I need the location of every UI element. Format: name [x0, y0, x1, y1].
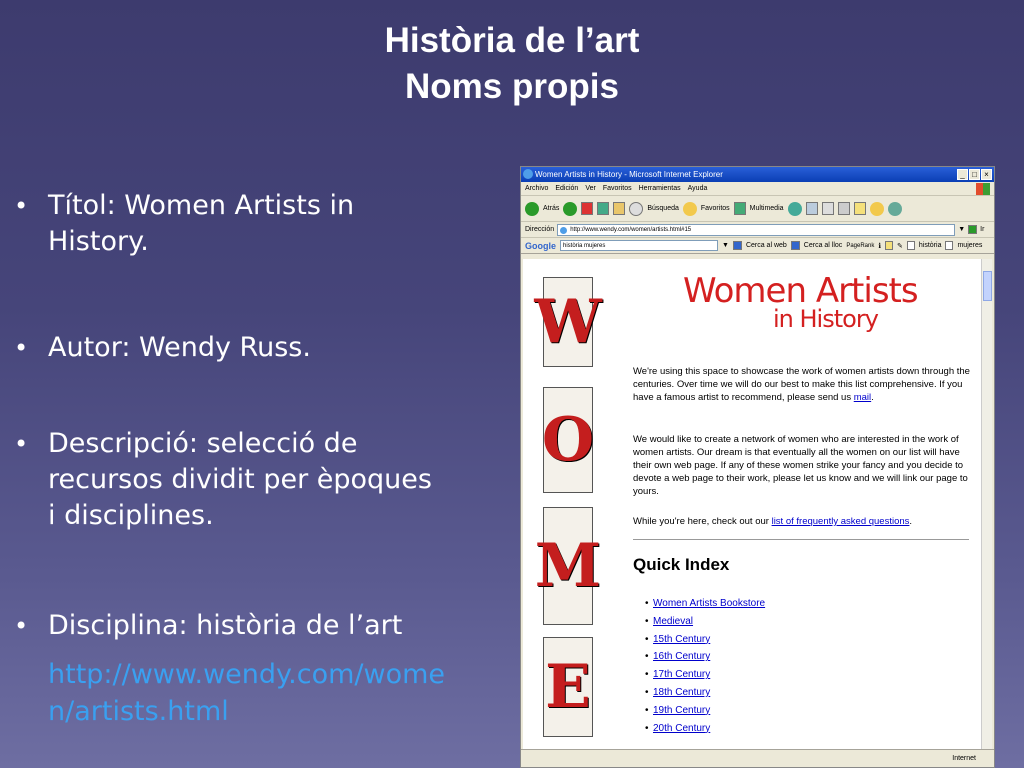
- minimize-icon[interactable]: _: [957, 169, 968, 180]
- quick-index-link[interactable]: 16th Century: [645, 648, 765, 666]
- site-search-icon[interactable]: [790, 241, 800, 250]
- back-arrow-icon[interactable]: [525, 201, 539, 216]
- quick-index-link[interactable]: 15th Century: [645, 631, 765, 649]
- menu-favoritos[interactable]: Favoritos: [603, 182, 632, 195]
- tag-historia-icon[interactable]: [906, 241, 915, 250]
- go-button-label[interactable]: Ir: [980, 226, 984, 233]
- faq-link[interactable]: list of frequently asked questions: [772, 516, 910, 527]
- forward-arrow-icon[interactable]: [563, 201, 578, 216]
- google-logo[interactable]: Google: [525, 241, 556, 251]
- go-arrow-icon[interactable]: [968, 225, 978, 234]
- page-subtitle: in History: [773, 305, 879, 333]
- menu-herramientas[interactable]: Herramientas: [639, 182, 681, 195]
- quick-index-link[interactable]: Medieval: [645, 613, 765, 631]
- slide-title: Història de l’art Noms propis: [0, 18, 1024, 110]
- quick-index-link[interactable]: Women Artists Bookstore: [645, 595, 765, 613]
- discuss-icon[interactable]: [853, 202, 866, 215]
- quick-index-list: Women Artists Bookstore Medieval 15th Ce…: [645, 595, 765, 738]
- google-toolbar: Google història mujeres ▼ Cerca al web C…: [521, 238, 994, 254]
- divider: [633, 539, 969, 540]
- browser-titlebar: Women Artists in History - Microsoft Int…: [521, 167, 994, 182]
- web-search-button[interactable]: Cerca al web: [746, 242, 787, 249]
- bullet-title: Títol: Women Artists in History.: [14, 188, 414, 260]
- menu-archivo[interactable]: Archivo: [525, 182, 548, 195]
- resource-url-link[interactable]: http://www.wendy.com/women/artists.html: [48, 656, 458, 730]
- back-button-label[interactable]: Atrás: [543, 205, 559, 212]
- pagerank-label: PageRank: [846, 242, 875, 249]
- mail-link[interactable]: mail: [854, 392, 871, 403]
- quick-index-link[interactable]: 19th Century: [645, 702, 765, 720]
- decorative-letter-w: W: [534, 277, 602, 367]
- multimedia-icon[interactable]: [733, 202, 746, 215]
- refresh-icon[interactable]: [597, 202, 610, 215]
- browser-toolbar: Atrás Búsqueda Favoritos Multimedia: [521, 196, 994, 222]
- messenger-icon[interactable]: [869, 201, 884, 216]
- slide-title-line2: Noms propis: [405, 67, 619, 106]
- close-icon[interactable]: ×: [981, 169, 992, 180]
- slide-title-line1: Història de l’art: [384, 21, 640, 60]
- decorative-letter-o: O: [542, 387, 594, 493]
- decorative-letter-e: E: [543, 637, 593, 737]
- favorites-star-icon[interactable]: [682, 201, 697, 216]
- web-search-icon[interactable]: [732, 241, 742, 250]
- quick-index-link[interactable]: 18th Century: [645, 684, 765, 702]
- edit-icon[interactable]: [837, 202, 850, 215]
- tag-historia[interactable]: història: [919, 242, 942, 249]
- status-bar: Internet: [521, 749, 994, 767]
- google-search-input[interactable]: història mujeres: [560, 240, 718, 251]
- search-button-label[interactable]: Búsqueda: [647, 205, 679, 212]
- search-icon[interactable]: [629, 201, 644, 216]
- address-label: Dirección: [525, 226, 555, 233]
- bullet-description: Descripció: selecció de recursos dividit…: [14, 426, 434, 534]
- highlight-icon[interactable]: [885, 241, 894, 250]
- menu-bar: Archivo Edición Ver Favoritos Herramient…: [521, 182, 994, 196]
- web-page-content: W O M E Women Artists in History We're u…: [523, 259, 983, 749]
- history-icon[interactable]: [787, 201, 802, 216]
- decorative-letter-m: M: [535, 507, 601, 625]
- browser-screenshot: Women Artists in History - Microsoft Int…: [520, 166, 995, 768]
- intro-paragraph: We're using this space to showcase the w…: [633, 366, 970, 403]
- maximize-icon[interactable]: □: [969, 169, 980, 180]
- multimedia-button-label[interactable]: Multimedia: [750, 205, 784, 212]
- bullet-author: Autor: Wendy Russ.: [14, 330, 434, 366]
- stop-icon[interactable]: [581, 202, 594, 215]
- tag-mujeres-icon[interactable]: [945, 241, 954, 250]
- menu-edicion[interactable]: Edición: [555, 182, 578, 195]
- status-zone: Internet: [952, 755, 976, 762]
- home-icon[interactable]: [613, 202, 626, 215]
- bullet-discipline: Disciplina: història de l’art: [14, 608, 454, 644]
- address-dropdown-icon[interactable]: ▼: [958, 226, 965, 233]
- windows-logo-icon: [976, 183, 990, 195]
- vertical-scrollbar[interactable]: [981, 259, 992, 749]
- print-icon[interactable]: [821, 202, 834, 215]
- window-controls: _ □ ×: [957, 169, 992, 180]
- quick-index-link[interactable]: 20th Century: [645, 720, 765, 738]
- network-paragraph: We would like to create a network of wom…: [633, 434, 968, 497]
- mail-icon[interactable]: [805, 202, 818, 215]
- menu-ayuda[interactable]: Ayuda: [688, 182, 708, 195]
- tag-mujeres[interactable]: mujeres: [957, 242, 982, 249]
- google-dropdown-icon[interactable]: ▼: [722, 242, 729, 249]
- quick-index-heading: Quick Index: [633, 555, 730, 574]
- address-bar: Dirección http://www.wendy.com/women/art…: [521, 222, 994, 238]
- favorites-button-label[interactable]: Favoritos: [701, 205, 730, 212]
- address-input[interactable]: http://www.wendy.com/women/artists.html#…: [557, 223, 956, 236]
- info-icon[interactable]: ℹ: [878, 242, 881, 250]
- quick-index-link[interactable]: 17th Century: [645, 666, 765, 684]
- site-search-button[interactable]: Cerca al lloc: [804, 242, 843, 249]
- ie-icon: [523, 169, 533, 179]
- faq-paragraph: While you're here, check out our list of…: [633, 516, 913, 527]
- menu-ver[interactable]: Ver: [585, 182, 596, 195]
- scrollbar-thumb[interactable]: [983, 271, 992, 301]
- pen-icon[interactable]: ✎: [897, 242, 903, 250]
- browser-window-title: Women Artists in History - Microsoft Int…: [535, 170, 723, 179]
- tools-icon[interactable]: [887, 201, 902, 216]
